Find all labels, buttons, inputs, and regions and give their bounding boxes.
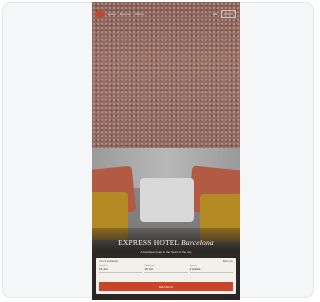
nav-link[interactable]: Rooms (120, 12, 131, 16)
booking-widget: Check availability Best rate Check-in 14… (96, 258, 236, 294)
pillow (140, 178, 194, 222)
mobile-page-preview: Hotel Rooms Offers EN BOOK EXPRESS HOTEL… (92, 2, 240, 300)
guests-field[interactable]: Guests 2 Adults (189, 265, 233, 273)
hotel-title: EXPRESS HOTEL Barcelona (92, 238, 240, 247)
checkin-field[interactable]: Check-in 14 Jun (99, 265, 143, 273)
nav-right: EN BOOK (213, 10, 236, 18)
nav-links: Hotel Rooms Offers (108, 12, 144, 16)
best-rate-label: Best rate (222, 260, 233, 263)
hotel-name: EXPRESS HOTEL (118, 238, 180, 247)
nav-link[interactable]: Offers (135, 12, 144, 16)
booking-fields: Check-in 14 Jun Check-out 15 Jun Guests … (99, 265, 233, 273)
booking-title: Check availability (99, 260, 119, 263)
field-value: 14 Jun (99, 267, 109, 271)
field-value: 15 Jun (144, 267, 154, 271)
search-button[interactable]: SEARCH (99, 282, 233, 291)
book-now-button[interactable]: BOOK (221, 10, 236, 18)
hotel-city: Barcelona (181, 238, 214, 247)
field-value: 2 Adults (189, 267, 201, 271)
hero-tagline: A boutique hotel in the heart of the cit… (140, 250, 192, 254)
booking-header: Check availability Best rate (99, 260, 233, 263)
language-selector[interactable]: EN (213, 12, 217, 16)
top-nav: Hotel Rooms Offers EN BOOK (92, 2, 240, 26)
brand-logo-icon[interactable] (96, 10, 104, 18)
nav-link[interactable]: Hotel (108, 12, 116, 16)
checkout-field[interactable]: Check-out 15 Jun (144, 265, 188, 273)
